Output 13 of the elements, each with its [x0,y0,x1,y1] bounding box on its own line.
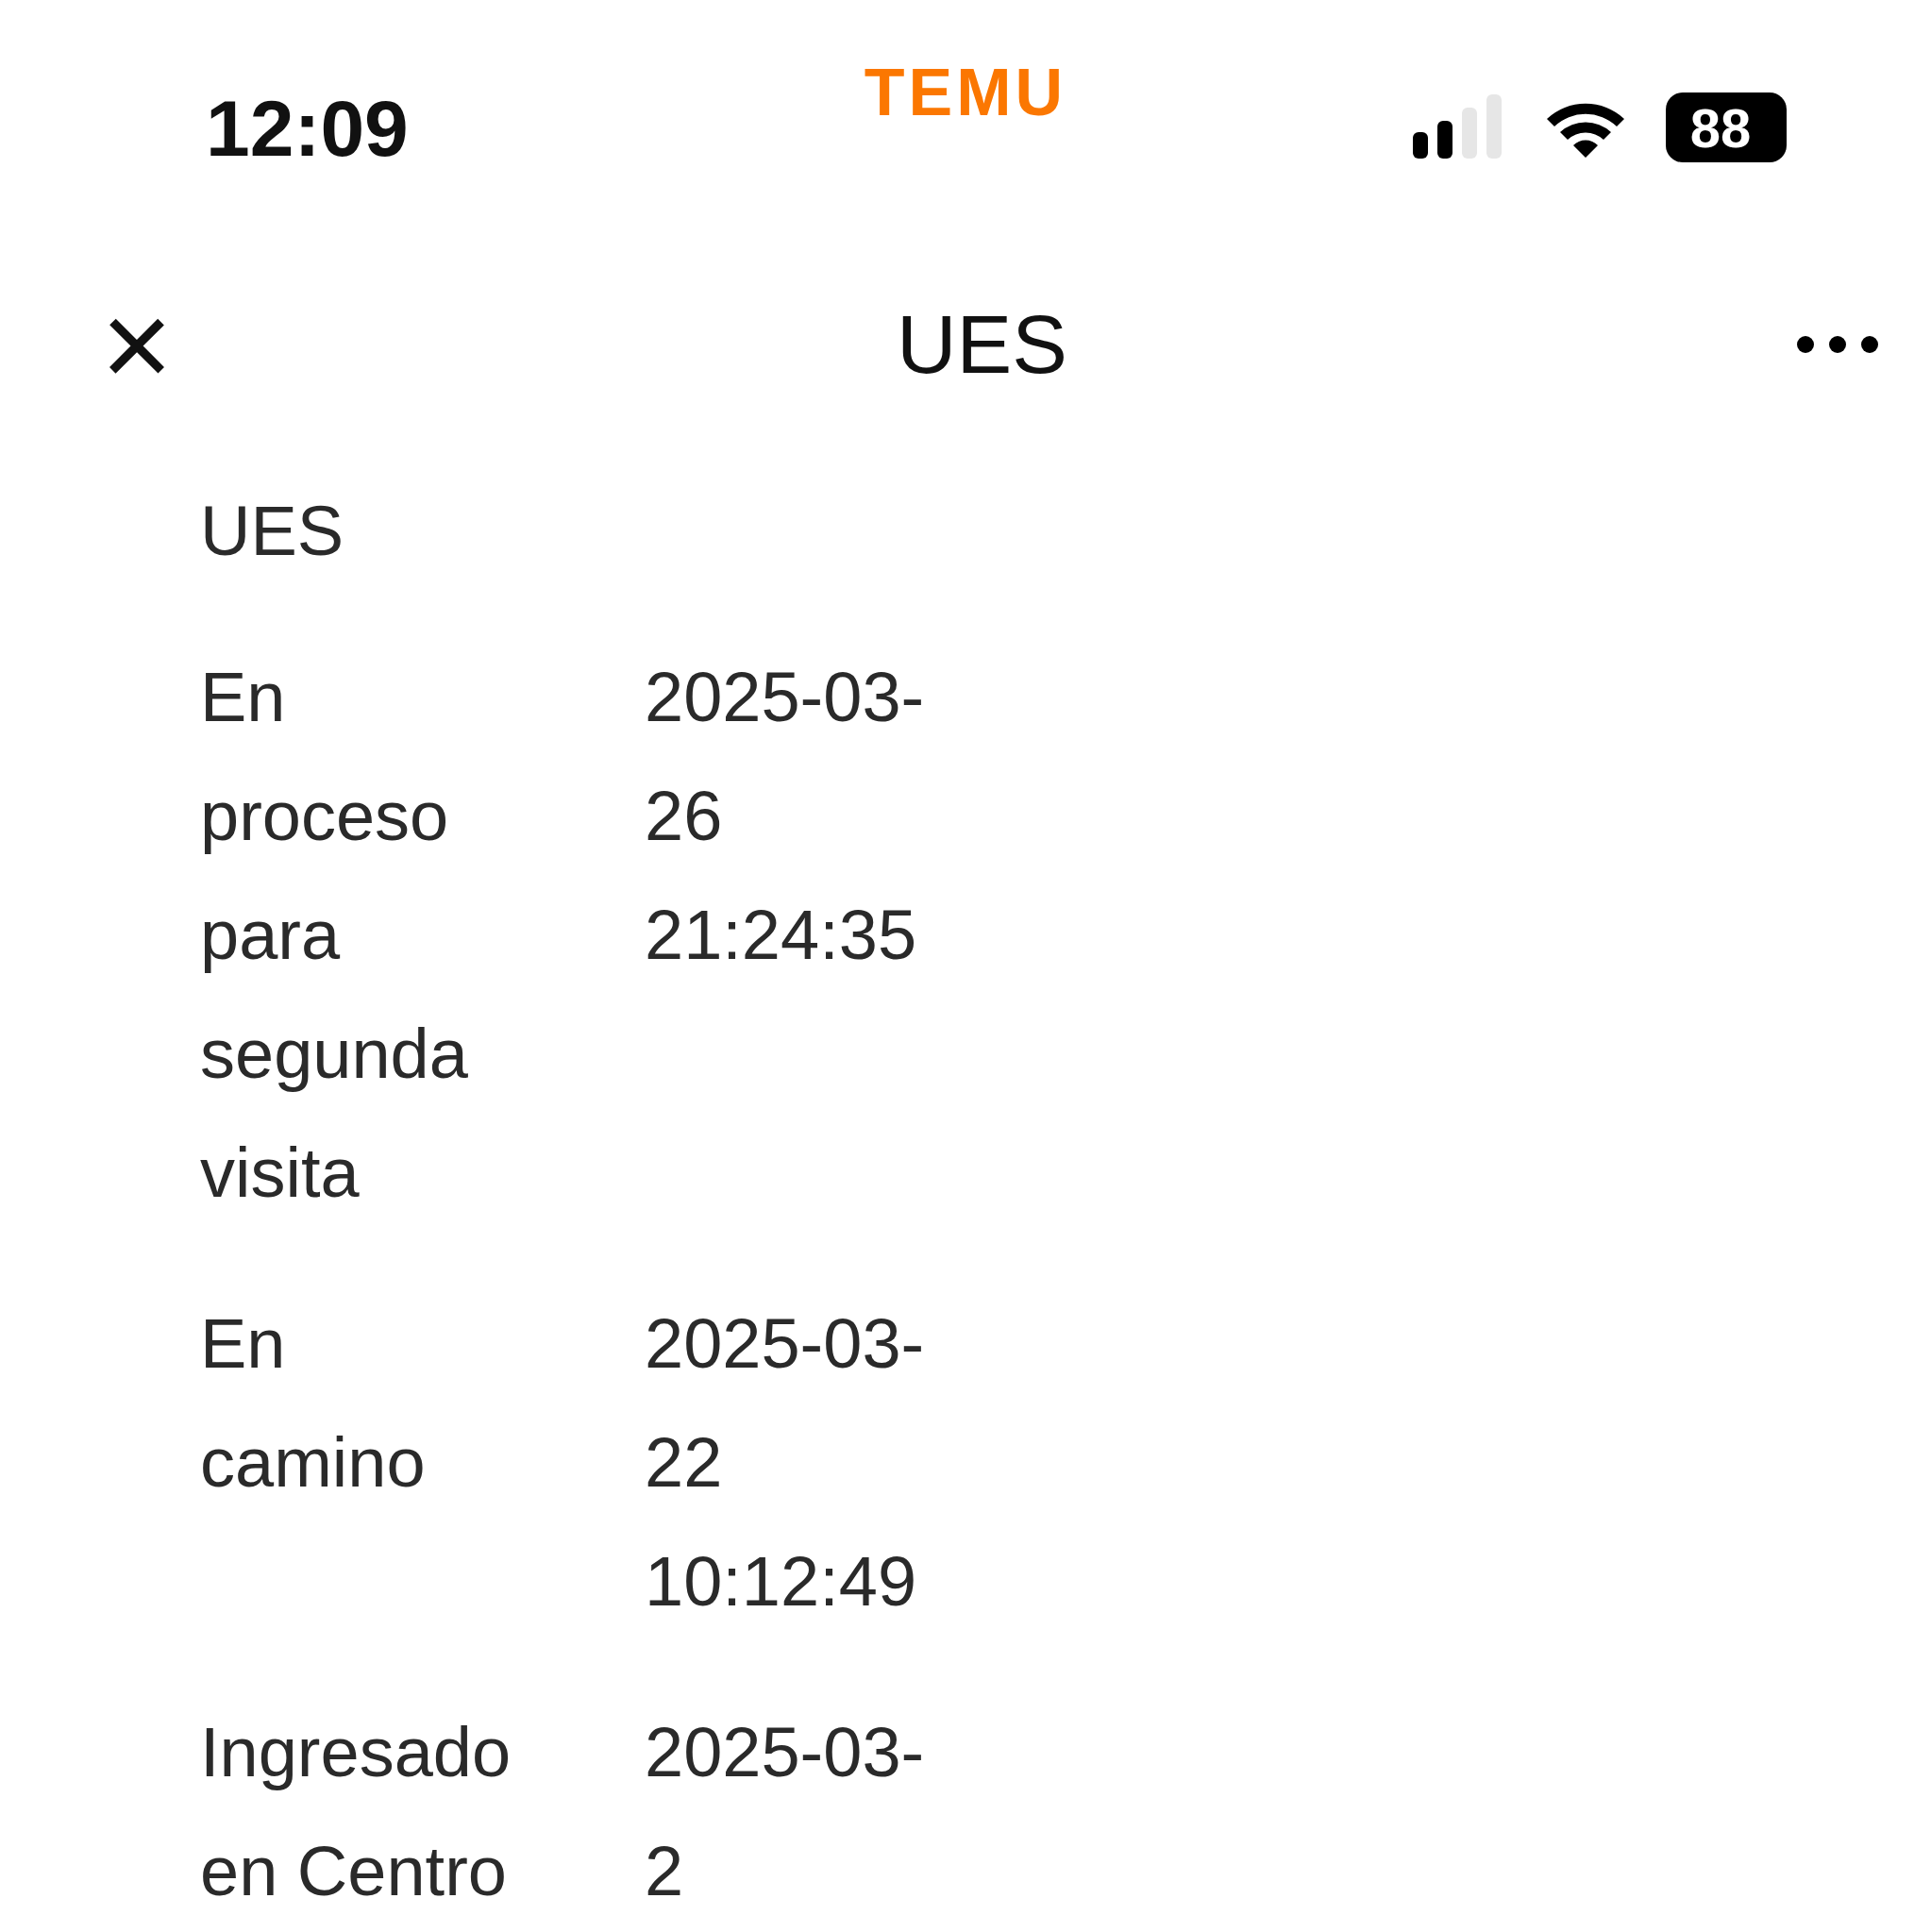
close-button[interactable]: × [85,283,189,406]
app-logo: TEMU [864,56,1067,129]
clock-time: 12:09 [206,83,409,175]
battery-level: 88 [1666,92,1787,162]
timestamp: 2025-03-2 [645,1712,926,1912]
page-title: UES [897,296,1067,393]
timestamp: 2025-03-22 10:12:49 [645,1303,926,1622]
timestamp: 2025-03-26 21:24:35 [645,657,926,976]
status-text: En camino [200,1303,427,1504]
carrier-name: UES [200,491,345,572]
status-text: Ingresado en Centro [200,1712,512,1912]
more-icon[interactable] [1796,335,1879,354]
status-text: En proceso para segunda visita [200,657,469,1214]
